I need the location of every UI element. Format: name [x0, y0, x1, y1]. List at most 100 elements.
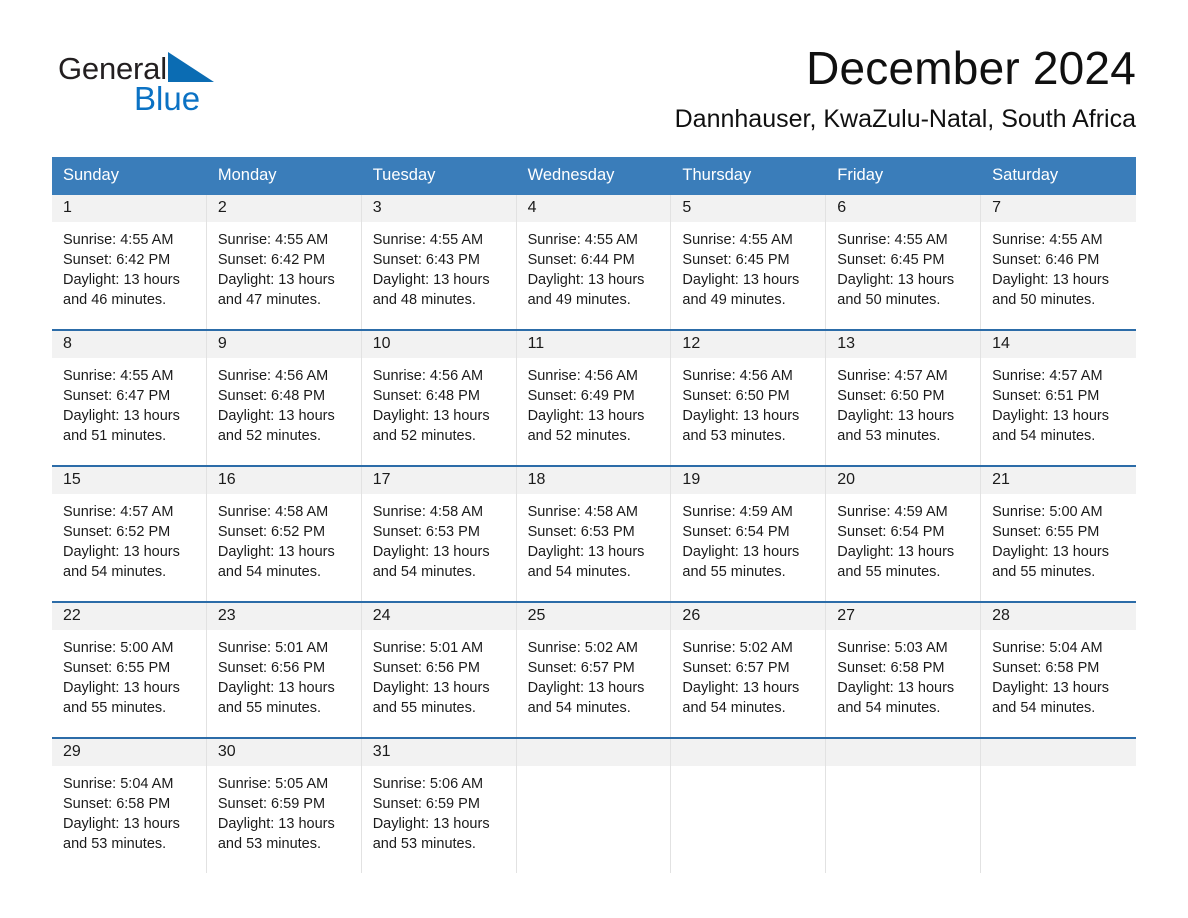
day-cell[interactable]: 18 Sunrise: 4:58 AM Sunset: 6:53 PM Dayligh…	[516, 466, 672, 601]
day-cell[interactable]: 30 Sunrise: 5:05 AM Sunset: 6:59 PM Dayligh…	[206, 738, 362, 873]
day-cell[interactable]: 7 Sunrise: 4:55 AM Sunset: 6:46 PM Daylight…	[981, 194, 1136, 329]
day-details: Sunrise: 4:55 AM Sunset: 6:44 PM Daylight:…	[517, 222, 671, 320]
day-cell[interactable]: 10 Sunrise: 4:56 AM Sunset: 6:48 PM Dayligh…	[361, 330, 517, 465]
day-number-band: 8	[52, 330, 206, 358]
day-details: Sunrise: 4:58 AM Sunset: 6:53 PM Daylight:…	[517, 494, 671, 592]
daylight-text: Daylight: 13 hours and 52 minutes.	[527, 407, 645, 444]
day-number: 6	[837, 198, 847, 216]
day-cell[interactable]: 3 Sunrise: 4:55 AM Sunset: 6:43 PM Daylight…	[361, 194, 517, 329]
day-details: Sunrise: 5:01 AM Sunset: 6:56 PM Daylight:…	[362, 630, 516, 728]
day-details: Sunrise: 5:06 AM Sunset: 6:59 PM Daylight:…	[362, 766, 516, 864]
day-cell[interactable]: 31 Sunrise: 5:06 AM Sunset: 6:59 PM Dayligh…	[361, 738, 517, 873]
weekday-header-saturday: Saturday	[992, 166, 1059, 184]
weekday-header-thursday: Thursday	[682, 166, 752, 184]
day-number: 24	[372, 606, 391, 624]
day-cell[interactable]: 29 Sunrise: 5:04 AM Sunset: 6:58 PM Dayligh…	[52, 738, 207, 873]
daylight-text: Daylight: 13 hours and 54 minutes.	[63, 543, 180, 580]
calendar-grid: Sunday Monday Tuesday Wednesday Thursday Frid…	[52, 157, 1136, 873]
daylight-text: Daylight: 13 hours and 51 minutes.	[63, 407, 180, 444]
day-cell[interactable]: 17 Sunrise: 4:58 AM Sunset: 6:53 PM Dayligh…	[361, 466, 517, 601]
day-cell[interactable]: 24 Sunrise: 5:01 AM Sunset: 6:56 PM Dayligh…	[361, 602, 517, 737]
day-cell[interactable]: 9 Sunrise: 4:56 AM Sunset: 6:48 PM Daylight…	[206, 330, 362, 465]
day-cell[interactable]: 15 Sunrise: 4:57 AM Sunset: 6:52 PM Dayligh…	[52, 466, 207, 601]
sunrise-text: Sunrise: 5:04 AM	[992, 639, 1103, 656]
sunset-text: Sunset: 6:54 PM	[682, 523, 790, 540]
day-details: Sunrise: 4:55 AM Sunset: 6:42 PM Daylight:…	[52, 222, 206, 320]
day-cell[interactable]: 5 Sunrise: 4:55 AM Sunset: 6:45 PM Daylight…	[671, 194, 827, 329]
sunset-text: Sunset: 6:52 PM	[217, 523, 326, 540]
logo-triangle-icon	[167, 52, 214, 82]
day-details	[517, 766, 671, 784]
day-number: 5	[682, 198, 692, 216]
day-number-band: 14	[981, 330, 1136, 358]
day-cell[interactable]: 25 Sunrise: 5:02 AM Sunset: 6:57 PM Dayligh…	[516, 602, 672, 737]
day-cell[interactable]: 27 Sunrise: 5:03 AM Sunset: 6:58 PM Dayligh…	[826, 602, 982, 737]
day-details: Sunrise: 4:55 AM Sunset: 6:47 PM Daylight:…	[52, 358, 206, 456]
day-number-band: 19	[671, 466, 826, 494]
day-details: Sunrise: 4:57 AM Sunset: 6:51 PM Daylight:…	[981, 358, 1136, 456]
sunset-text: Sunset: 6:45 PM	[837, 251, 945, 268]
day-cell[interactable]: 1 Sunrise: 4:55 AM Sunset: 6:42 PM Daylight…	[52, 194, 207, 329]
day-cell[interactable]: 2 Sunrise: 4:55 AM Sunset: 6:42 PM Daylight…	[206, 194, 362, 329]
sunrise-text: Sunrise: 4:55 AM	[682, 231, 793, 248]
day-cell[interactable]: 20 Sunrise: 4:59 AM Sunset: 6:54 PM Dayligh…	[826, 466, 982, 601]
day-cell[interactable]: 6 Sunrise: 4:55 AM Sunset: 6:45 PM Daylight…	[826, 194, 982, 329]
day-details: Sunrise: 5:02 AM Sunset: 6:57 PM Daylight:…	[517, 630, 671, 728]
sunrise-text: Sunrise: 5:04 AM	[63, 775, 174, 792]
day-cell[interactable]: 16 Sunrise: 4:58 AM Sunset: 6:52 PM Dayligh…	[206, 466, 362, 601]
sunrise-text: Sunrise: 5:06 AM	[372, 775, 484, 792]
sunset-text: Sunset: 6:55 PM	[992, 523, 1100, 540]
day-cell[interactable]: 13 Sunrise: 4:57 AM Sunset: 6:50 PM Dayligh…	[826, 330, 982, 465]
sunset-text: Sunset: 6:56 PM	[372, 659, 480, 676]
weekday-header-friday: Friday	[837, 166, 884, 184]
day-cell[interactable]: 26 Sunrise: 5:02 AM Sunset: 6:57 PM Dayligh…	[671, 602, 827, 737]
day-cell[interactable]: 19 Sunrise: 4:59 AM Sunset: 6:54 PM Dayligh…	[671, 466, 827, 601]
daylight-text: Daylight: 13 hours and 54 minutes.	[527, 679, 645, 716]
day-number: 14	[992, 334, 1010, 352]
day-number: 23	[217, 606, 236, 624]
generalblue-logo: General Blue	[58, 52, 318, 120]
day-cell[interactable]: 12 Sunrise: 4:56 AM Sunset: 6:50 PM Dayligh…	[671, 330, 827, 465]
day-details: Sunrise: 4:56 AM Sunset: 6:50 PM Daylight:…	[671, 358, 825, 456]
day-cell[interactable]: 8 Sunrise: 4:55 AM Sunset: 6:47 PM Daylight…	[52, 330, 207, 465]
daylight-text: Daylight: 13 hours and 47 minutes.	[217, 271, 335, 308]
day-number-band: 3	[361, 194, 516, 222]
daylight-text: Daylight: 13 hours and 54 minutes.	[372, 543, 490, 580]
day-cell[interactable]: 21 Sunrise: 5:00 AM Sunset: 6:55 PM Dayligh…	[981, 466, 1136, 601]
sunrise-text: Sunrise: 5:02 AM	[527, 639, 638, 656]
day-number-band: 31	[361, 738, 516, 766]
day-cell[interactable]: 14 Sunrise: 4:57 AM Sunset: 6:51 PM Dayligh…	[981, 330, 1136, 465]
day-number: 12	[682, 334, 701, 352]
sunrise-text: Sunrise: 5:03 AM	[837, 639, 948, 656]
day-number-band: 23	[206, 602, 361, 630]
day-number-band: 4	[516, 194, 671, 222]
day-cell[interactable]: 11 Sunrise: 4:56 AM Sunset: 6:49 PM Dayligh…	[516, 330, 672, 465]
day-details: Sunrise: 4:56 AM Sunset: 6:48 PM Daylight:…	[207, 358, 361, 456]
weekday-header-wednesday: Wednesday	[527, 166, 615, 184]
daylight-text: Daylight: 13 hours and 53 minutes.	[63, 815, 180, 852]
daylight-text: Daylight: 13 hours and 54 minutes.	[992, 407, 1110, 444]
sunrise-text: Sunrise: 5:01 AM	[217, 639, 329, 656]
day-cell[interactable]: 28 Sunrise: 5:04 AM Sunset: 6:58 PM Dayligh…	[981, 602, 1136, 737]
page-title: December 2024	[806, 42, 1136, 94]
day-number-band	[671, 738, 826, 766]
sunset-text: Sunset: 6:43 PM	[372, 251, 480, 268]
calendar-week-row: 22 Sunrise: 5:00 AM Sunset: 6:55 PM Dayligh…	[52, 600, 1136, 737]
sunset-text: Sunset: 6:52 PM	[63, 523, 171, 540]
day-details: Sunrise: 5:00 AM Sunset: 6:55 PM Daylight:…	[981, 494, 1136, 592]
day-cell[interactable]: 22 Sunrise: 5:00 AM Sunset: 6:55 PM Dayligh…	[52, 602, 207, 737]
calendar-week-row: 15 Sunrise: 4:57 AM Sunset: 6:52 PM Dayligh…	[52, 464, 1136, 601]
day-number-band: 6	[826, 194, 981, 222]
day-cell[interactable]: 4 Sunrise: 4:55 AM Sunset: 6:44 PM Daylight…	[516, 194, 672, 329]
day-details: Sunrise: 4:59 AM Sunset: 6:54 PM Daylight:…	[671, 494, 825, 592]
day-number-band: 20	[826, 466, 981, 494]
calendar-week-row: 8 Sunrise: 4:55 AM Sunset: 6:47 PM Daylight…	[52, 328, 1136, 465]
sunset-text: Sunset: 6:49 PM	[527, 387, 635, 404]
sunrise-text: Sunrise: 4:55 AM	[992, 231, 1103, 248]
sunrise-text: Sunrise: 4:55 AM	[837, 231, 948, 248]
day-cell[interactable]: 23 Sunrise: 5:01 AM Sunset: 6:56 PM Dayligh…	[206, 602, 362, 737]
daylight-text: Daylight: 13 hours and 52 minutes.	[372, 407, 490, 444]
day-details	[671, 766, 825, 784]
daylight-text: Daylight: 13 hours and 52 minutes.	[217, 407, 335, 444]
daylight-text: Daylight: 13 hours and 55 minutes.	[682, 543, 800, 580]
